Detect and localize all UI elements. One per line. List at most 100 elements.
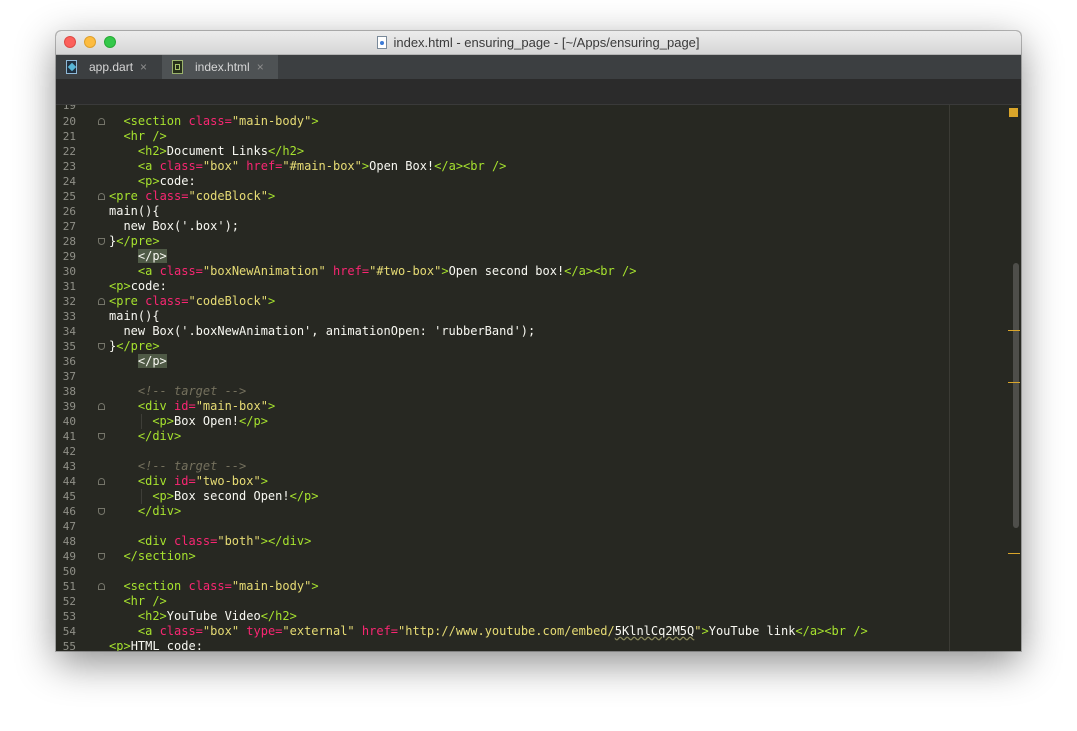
code-line[interactable]: </p>: [137, 354, 167, 369]
fold-open-icon[interactable]: [98, 403, 105, 410]
line-number: 47: [62, 520, 76, 533]
code-line[interactable]: </section>: [123, 549, 195, 564]
code-token: Open Box!: [369, 159, 435, 173]
fold-open-icon[interactable]: [98, 478, 105, 485]
code-token: id=: [174, 474, 196, 488]
line-number: 42: [62, 445, 76, 458]
code-line[interactable]: main(){: [109, 309, 160, 324]
title-bar[interactable]: index.html - ensuring_page - [~/Apps/ens…: [56, 31, 1021, 55]
line-number: 30: [62, 265, 76, 278]
close-tab-icon[interactable]: ×: [257, 60, 264, 74]
code-token: "codeBlock": [188, 189, 268, 203]
code-line[interactable]: new Box('.boxNewAnimation', animationOpe…: [123, 324, 535, 339]
code-line[interactable]: <section class="main-body">: [123, 114, 318, 129]
line-number: 52: [62, 595, 76, 608]
tab-index-html[interactable]: index.html ×: [162, 55, 278, 79]
code-editor[interactable]: 19 20 21 22 23 24 25 26 27 28 29 30 31 32 33 34 35 36 37 3…: [56, 105, 1021, 651]
code-line[interactable]: <div id="two-box">: [138, 474, 268, 489]
fold-close-icon[interactable]: [98, 508, 105, 515]
code-line[interactable]: <p>code:: [138, 174, 196, 189]
code-token: <p>: [137, 174, 160, 188]
code-line[interactable]: <hr />: [123, 129, 166, 144]
line-number: 44: [62, 475, 76, 488]
line-number: 50: [62, 565, 76, 578]
code-line[interactable]: <p>code:: [109, 279, 167, 294]
code-token: <h2>: [137, 609, 167, 623]
line-number: 40: [62, 415, 76, 428]
line-number: 37: [62, 370, 76, 383]
fold-close-icon[interactable]: [98, 553, 105, 560]
close-tab-icon[interactable]: ×: [140, 60, 147, 74]
code-token: </div>: [137, 429, 182, 443]
code-token: </h2>: [267, 144, 305, 158]
warning-marker[interactable]: [1008, 382, 1020, 383]
warning-indicator-icon[interactable]: [1009, 108, 1018, 117]
code-line[interactable]: <div id="main-box">: [138, 399, 275, 414]
code-token: <p>: [109, 639, 131, 651]
code-line[interactable]: </p>: [137, 249, 167, 264]
code-line[interactable]: <a class="boxNewAnimation" href="#two-bo…: [138, 264, 637, 279]
code-line[interactable]: <h2>Document Links</h2>: [138, 144, 304, 159]
tab-app-dart[interactable]: app.dart ×: [56, 55, 160, 79]
code-line[interactable]: <h2>YouTube Video</h2>: [138, 609, 297, 624]
code-area[interactable]: <section class="main-body"> <hr /> <h2>Doc…: [109, 105, 949, 651]
code-token: id=: [174, 399, 196, 413]
warning-marker[interactable]: [1008, 330, 1020, 331]
code-token: href=: [332, 264, 370, 278]
code-token: <pre: [109, 189, 146, 203]
code-line[interactable]: <a class="box" href="#main-box">Open Box…: [138, 159, 507, 174]
code-token: "#two-box": [369, 264, 442, 278]
code-token: </a><br />: [564, 264, 637, 278]
code-line[interactable]: <!-- target -->: [138, 384, 246, 399]
code-line[interactable]: <pre class="codeBlock">: [109, 189, 275, 204]
code-token: <pre: [109, 294, 146, 308]
code-token: class=: [188, 114, 232, 128]
code-line[interactable]: }</pre>: [109, 339, 160, 354]
code-line[interactable]: <p>Box second Open!</p>: [152, 489, 318, 504]
code-line[interactable]: <p>HTML code:: [109, 639, 203, 651]
code-line[interactable]: }</pre>: [109, 234, 160, 249]
fold-open-icon[interactable]: [98, 298, 105, 305]
warning-marker[interactable]: [1008, 553, 1020, 554]
code-token: "codeBlock": [188, 294, 268, 308]
code-line[interactable]: <section class="main-body">: [123, 579, 318, 594]
code-token: type=: [246, 624, 283, 638]
fold-open-icon[interactable]: [98, 583, 105, 590]
code-token: >: [311, 114, 319, 128]
code-token: class=: [145, 294, 189, 308]
fold-open-icon[interactable]: [98, 193, 105, 200]
code-line[interactable]: new Box('.box');: [123, 219, 239, 234]
fold-close-icon[interactable]: [98, 433, 105, 440]
line-number: 53: [62, 610, 76, 623]
code-line[interactable]: </div>: [138, 504, 181, 519]
tab-label: app.dart: [89, 60, 134, 74]
fold-open-icon[interactable]: [98, 118, 105, 125]
line-number: 22: [62, 145, 76, 158]
code-token: </p>: [289, 489, 319, 503]
dart-file-icon: [66, 60, 77, 74]
code-line[interactable]: <div class="both"></div>: [138, 534, 311, 549]
code-line[interactable]: <!-- target -->: [138, 459, 246, 474]
code-line[interactable]: <pre class="codeBlock">: [109, 294, 275, 309]
fold-close-icon[interactable]: [98, 343, 105, 350]
code-token: </p>: [137, 354, 167, 368]
code-token: "box": [202, 159, 247, 173]
code-line[interactable]: <p>Box Open!</p>: [152, 414, 268, 429]
vertical-scrollbar[interactable]: [1013, 263, 1019, 528]
code-token: class=: [159, 159, 203, 173]
code-token: 5KlnlCq2M5Q: [614, 624, 695, 638]
window-title: index.html - ensuring_page - [~/Apps/ens…: [393, 35, 700, 50]
code-line[interactable]: main(){: [109, 204, 160, 219]
code-token: "both": [217, 534, 261, 548]
code-token: YouTube link: [708, 624, 796, 638]
code-line[interactable]: <a class="box" type="external" href="htt…: [138, 624, 868, 639]
code-line[interactable]: <hr />: [123, 594, 166, 609]
fold-close-icon[interactable]: [98, 238, 105, 245]
line-number: 29: [62, 250, 76, 263]
code-line[interactable]: </div>: [138, 429, 181, 444]
code-token: Box second Open!: [174, 489, 290, 503]
code-token: class=: [188, 579, 232, 593]
code-token: "main-box": [195, 399, 268, 413]
code-token: href=: [361, 624, 399, 638]
line-number: 33: [62, 310, 76, 323]
